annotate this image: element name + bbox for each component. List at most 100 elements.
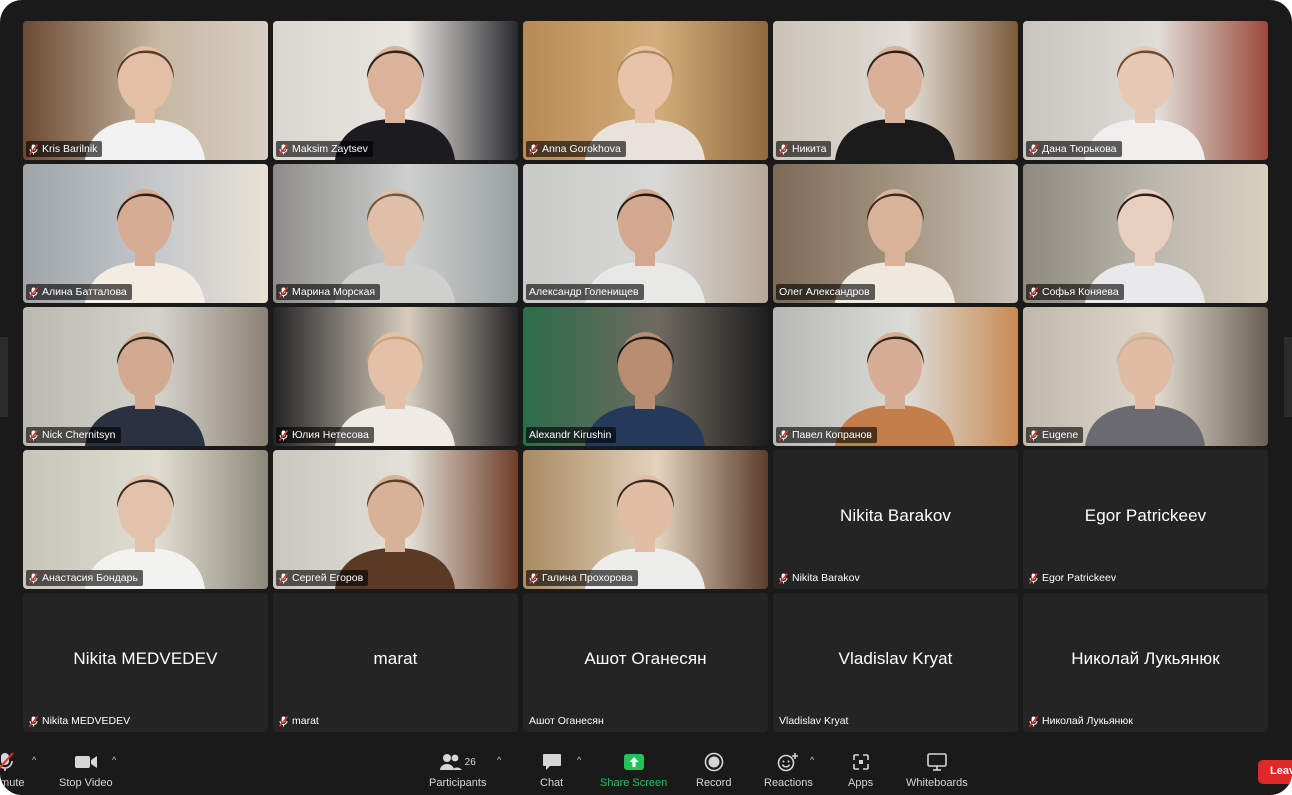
participant-tile[interactable]: Алина Батталова <box>23 164 268 303</box>
audio-options-caret[interactable]: ^ <box>32 755 36 765</box>
mic-muted-icon <box>1029 715 1038 727</box>
participant-video-figure <box>335 46 455 160</box>
mic-muted-icon <box>29 143 38 155</box>
participant-tile[interactable]: Дана Тюрькова <box>1023 21 1268 160</box>
mic-muted-icon <box>29 429 38 441</box>
participant-video-figure <box>335 332 455 446</box>
reactions-button[interactable]: Reactions <box>764 751 813 789</box>
stop-video-button[interactable]: Stop Video <box>59 751 113 789</box>
participant-video-figure <box>85 475 205 589</box>
chat-icon <box>542 751 562 773</box>
participant-name-tag: Софья Коняева <box>1026 284 1124 300</box>
participant-tile[interactable]: Анастасия Бондарь <box>23 450 268 589</box>
participant-name-label: Anna Gorokhova <box>542 143 621 155</box>
participant-name-tag: Олег Александров <box>776 284 875 300</box>
participant-tile[interactable]: marat marat <box>273 593 518 732</box>
unmute-button[interactable]: Unmute <box>0 751 25 789</box>
participant-tile[interactable]: Марина Морская <box>273 164 518 303</box>
share-screen-label: Share Screen <box>600 777 668 789</box>
participant-tile[interactable]: Николай Лукьянюк Николай Лукьянюк <box>1023 593 1268 732</box>
chat-options-caret[interactable]: ^ <box>577 755 581 765</box>
participant-name-tag: Nikita MEDVEDEV <box>26 713 135 729</box>
participant-tile[interactable]: Павел Копранов <box>773 307 1018 446</box>
participant-name-tag: Сергей Егоров <box>276 570 369 586</box>
participant-display-name: Ашот Оганесян <box>584 649 707 668</box>
video-options-caret[interactable]: ^ <box>112 755 116 765</box>
participant-name-label: Maksim Zaytsev <box>292 143 368 155</box>
participant-tile[interactable]: Nikita Barakov Nikita Barakov <box>773 450 1018 589</box>
participant-display-name: Vladislav Kryat <box>838 649 953 668</box>
participant-video-figure <box>585 332 705 446</box>
participant-name-label: Галина Прохорова <box>542 572 633 584</box>
participant-video-figure <box>85 46 205 160</box>
participant-tile[interactable]: Maksim Zaytsev <box>273 21 518 160</box>
participant-name-tag: Kris Barilnik <box>26 141 103 157</box>
video-camera-icon <box>74 751 98 773</box>
whiteboard-icon <box>926 751 948 773</box>
participant-tile[interactable]: Nick Chernitsyn <box>23 307 268 446</box>
participant-tile[interactable]: Nikita MEDVEDEV Nikita MEDVEDEV <box>23 593 268 732</box>
participant-name-label: Nikita Barakov <box>792 572 860 584</box>
apps-button[interactable]: Apps <box>848 751 873 789</box>
participant-name-label: Дана Тюрькова <box>1042 143 1117 155</box>
record-button[interactable]: Record <box>696 751 731 789</box>
reactions-options-caret[interactable]: ^ <box>810 755 814 765</box>
participant-video-figure <box>1085 332 1205 446</box>
mic-muted-icon <box>529 572 538 584</box>
participant-tile[interactable]: Юлия Нетесова <box>273 307 518 446</box>
participants-button[interactable]: 26 Participants <box>429 751 486 789</box>
next-page-handle[interactable] <box>1284 337 1292 417</box>
participant-video-figure <box>585 475 705 589</box>
participant-name-label: Александр Голенищев <box>529 286 639 298</box>
gallery-grid: Kris Barilnik Maksim Zaytsev Anna Gorokhov… <box>23 21 1270 733</box>
participants-options-caret[interactable]: ^ <box>497 755 501 765</box>
mic-muted-icon <box>1029 572 1038 584</box>
participant-name-tag: Александр Голенищев <box>526 284 644 300</box>
meeting-window: Kris Barilnik Maksim Zaytsev Anna Gorokhov… <box>0 0 1292 795</box>
participant-video-figure <box>335 189 455 303</box>
unmute-label: Unmute <box>0 777 25 789</box>
whiteboards-button[interactable]: Whiteboards <box>906 751 968 789</box>
participant-tile[interactable]: Egor Patrickeev Egor Patrickeev <box>1023 450 1268 589</box>
record-label: Record <box>696 777 732 789</box>
participant-name-tag: Ашот Оганесян <box>526 713 609 729</box>
participant-name-label: Николай Лукьянюк <box>1042 715 1133 727</box>
participant-name-tag: Anna Gorokhova <box>526 141 626 157</box>
participant-name-tag: Vladislav Kryat <box>776 713 853 729</box>
whiteboards-label: Whiteboards <box>906 777 968 789</box>
participant-tile[interactable]: Сергей Егоров <box>273 450 518 589</box>
participant-tile[interactable]: Vladislav Kryat Vladislav Kryat <box>773 593 1018 732</box>
meeting-toolbar: Unmute ^ Stop Video ^ 26 <box>0 745 1292 795</box>
participant-tile[interactable]: Никита <box>773 21 1018 160</box>
participant-name-tag: Галина Прохорова <box>526 570 638 586</box>
mic-muted-icon <box>279 572 288 584</box>
participant-tile[interactable]: Александр Голенищев <box>523 164 768 303</box>
mic-muted-icon <box>279 429 288 441</box>
participant-video-figure <box>835 189 955 303</box>
mic-muted-icon <box>1029 286 1038 298</box>
mic-muted-icon <box>279 715 288 727</box>
share-screen-icon <box>623 751 645 773</box>
participant-tile[interactable]: Alexandr Kirushin <box>523 307 768 446</box>
participant-tile[interactable]: Софья Коняева <box>1023 164 1268 303</box>
share-screen-button[interactable]: Share Screen <box>600 751 667 789</box>
prev-page-handle[interactable] <box>0 337 8 417</box>
participant-tile[interactable]: Олег Александров <box>773 164 1018 303</box>
participant-name-tag: Nick Chernitsyn <box>26 427 121 443</box>
chat-button[interactable]: Chat <box>540 751 563 789</box>
participant-tile[interactable]: Ашот Оганесян Ашот Оганесян <box>523 593 768 732</box>
participant-name-tag: marat <box>276 713 324 729</box>
participant-name-label: Анастасия Бондарь <box>42 572 138 584</box>
participant-name-tag: Maksim Zaytsev <box>276 141 373 157</box>
mic-muted-icon <box>1029 429 1038 441</box>
participant-tile[interactable]: Anna Gorokhova <box>523 21 768 160</box>
participant-name-tag: Юлия Нетесова <box>276 427 374 443</box>
participant-tile[interactable]: Eugene <box>1023 307 1268 446</box>
participant-tile[interactable]: Kris Barilnik <box>23 21 268 160</box>
mic-muted-icon <box>29 715 38 727</box>
participant-video-figure <box>335 475 455 589</box>
participant-display-name: marat <box>373 649 418 668</box>
participant-tile[interactable]: Галина Прохорова <box>523 450 768 589</box>
leave-button[interactable]: Leave <box>1258 760 1292 784</box>
participant-name-label: Павел Копранов <box>792 429 872 441</box>
